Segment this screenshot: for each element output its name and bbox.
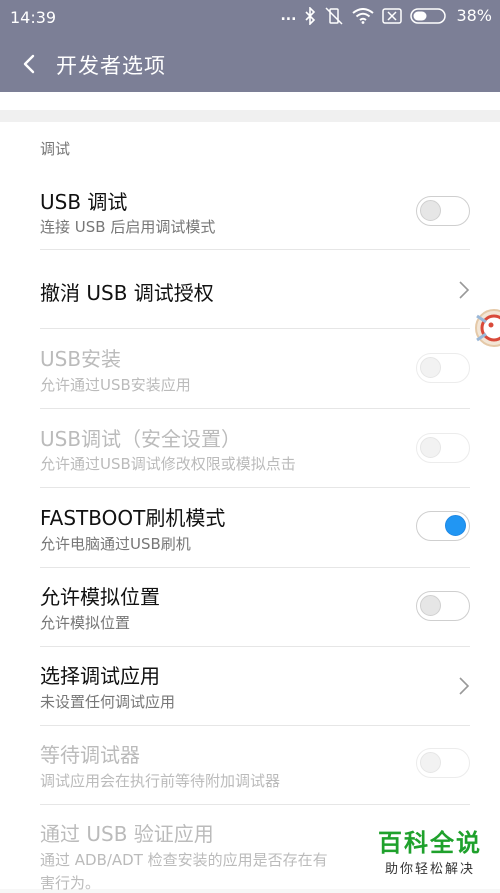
mock-location-toggle[interactable] — [416, 591, 470, 621]
list-item-usb-install[interactable]: USB安装 允许通过USB安装应用 — [0, 329, 500, 408]
bluetooth-icon — [305, 6, 316, 25]
status-time: 14:39 — [10, 8, 57, 27]
back-arrow-icon[interactable] — [16, 50, 44, 78]
settings-list: 调试 USB 调试 连接 USB 后启用调试模式 撤消 USB 调试授权 USB… — [0, 122, 500, 892]
battery-icon — [410, 7, 447, 24]
floating-assistant-icon[interactable] — [472, 298, 500, 358]
watermark-logo: 百科全说 助你轻松解决 — [378, 823, 482, 877]
chevron-right-icon — [459, 677, 470, 695]
item-subtitle: 通过 ADB/ADT 检查安装的应用是否存在有 — [40, 851, 328, 869]
toggle-knob — [445, 515, 466, 536]
item-subtitle: 允许通过USB安装应用 — [40, 376, 191, 394]
list-item-select-debug-app[interactable]: 选择调试应用 未设置任何调试应用 — [0, 647, 500, 725]
item-subtitle: 调试应用会在执行前等待附加调试器 — [40, 772, 281, 790]
battery-percent: 38% — [456, 6, 492, 25]
toggle-knob — [420, 200, 441, 221]
fastboot-toggle[interactable] — [416, 511, 470, 541]
wait-for-debugger-toggle[interactable] — [416, 748, 470, 778]
watermark-title: 百科全说 — [378, 829, 482, 857]
item-title: USB安装 — [40, 347, 122, 371]
wifi-icon — [352, 7, 375, 24]
item-subtitle: 允许通过USB调试修改权限或模拟点击 — [40, 455, 296, 473]
more-dots-icon: ... — [280, 7, 297, 24]
app-bar: 开发者选项 — [0, 36, 500, 92]
item-title: USB调试（安全设置） — [40, 427, 242, 451]
partial-list-item — [0, 92, 500, 110]
item-subtitle-continued: 害行为。 — [40, 874, 101, 892]
list-item-usb-debugging-security[interactable]: USB调试（安全设置） 允许通过USB调试修改权限或模拟点击 — [0, 409, 500, 487]
list-item-wait-for-debugger[interactable]: 等待调试器 调试应用会在执行前等待附加调试器 — [0, 726, 500, 804]
item-subtitle: 允许电脑通过USB刷机 — [40, 535, 191, 553]
list-item-revoke-usb-auth[interactable]: 撤消 USB 调试授权 — [0, 250, 500, 328]
item-title: 允许模拟位置 — [40, 585, 160, 609]
status-icons: ... 38% — [280, 6, 492, 25]
item-title: USB 调试 — [40, 190, 128, 214]
toggle-knob — [420, 595, 441, 616]
toggle-knob — [420, 357, 441, 378]
status-bar: 14:39 ... 38% — [0, 0, 500, 36]
toggle-knob — [420, 437, 441, 458]
list-item-mock-location[interactable]: 允许模拟位置 允许模拟位置 — [0, 568, 500, 646]
chevron-right-icon — [459, 281, 470, 299]
item-title: 撤消 USB 调试授权 — [40, 281, 214, 305]
section-header-debug: 调试 — [40, 140, 71, 158]
usb-debugging-toggle[interactable] — [416, 196, 470, 226]
item-subtitle: 连接 USB 后启用调试模式 — [40, 218, 216, 236]
usb-debugging-security-toggle[interactable] — [416, 433, 470, 463]
item-title: 通过 USB 验证应用 — [40, 822, 214, 846]
sim-off-icon — [382, 7, 403, 24]
usb-install-toggle[interactable] — [416, 353, 470, 383]
toggle-knob — [420, 752, 441, 773]
page-title: 开发者选项 — [56, 54, 166, 78]
item-subtitle: 未设置任何调试应用 — [40, 693, 176, 711]
list-item-fastboot-mode[interactable]: FASTBOOT刷机模式 允许电脑通过USB刷机 — [0, 488, 500, 567]
item-title: 等待调试器 — [40, 743, 140, 767]
watermark-subtitle: 助你轻松解决 — [384, 862, 475, 877]
section-gap — [0, 110, 500, 122]
vibrate-off-icon — [325, 6, 343, 25]
item-title: 选择调试应用 — [40, 664, 160, 688]
item-subtitle: 允许模拟位置 — [40, 614, 131, 632]
item-title: FASTBOOT刷机模式 — [40, 506, 226, 530]
list-item-usb-debugging[interactable]: USB 调试 连接 USB 后启用调试模式 — [0, 174, 500, 249]
